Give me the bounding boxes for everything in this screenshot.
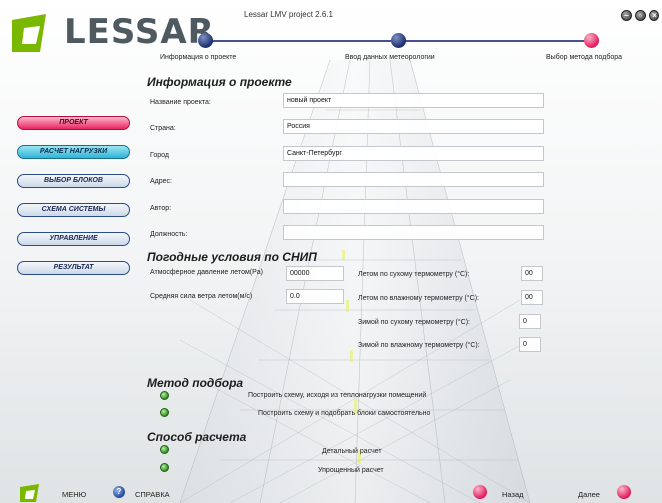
restore-icon[interactable]: ▫	[635, 10, 646, 21]
next-arrow-icon[interactable]	[617, 485, 631, 499]
summer-wet-label: Летом по влажному термометру (°С):	[358, 295, 479, 302]
menu-button[interactable]: МЕНЮ	[62, 490, 86, 499]
winter-wet-input[interactable]: 0	[519, 337, 541, 352]
project-name-input[interactable]: новый проект	[283, 93, 544, 108]
app-title: Lessar LMV project 2.6.1	[244, 10, 333, 19]
nav-load-calc-button[interactable]: РАСЧЕТ НАГРУЗКИ	[17, 145, 130, 159]
winter-dry-input[interactable]: 0	[519, 314, 541, 329]
calc-option-2-radio[interactable]	[160, 463, 169, 472]
step-3-dot	[584, 33, 599, 48]
selection-option-1-radio[interactable]	[160, 391, 169, 400]
calc-method-title: Способ расчета	[147, 430, 247, 444]
step-1-dot	[198, 33, 213, 48]
country-input[interactable]: Россия	[283, 119, 544, 134]
back-button[interactable]: Назад	[502, 490, 524, 499]
nav-unit-select-button[interactable]: ВЫБОР БЛОКОВ	[17, 174, 130, 188]
summer-dry-input[interactable]: 00	[521, 266, 543, 281]
wind-speed-input[interactable]: 0.0	[286, 289, 344, 304]
city-input[interactable]: Санкт-Петербург	[283, 146, 544, 161]
summer-dry-label: Летом по сухому термометру (°С):	[358, 271, 470, 278]
lessar-logo: LESSAR	[12, 10, 222, 56]
minimize-icon[interactable]: –	[621, 10, 632, 21]
summer-wet-input[interactable]: 00	[521, 290, 543, 305]
step-3-label: Выбор метода подбора	[546, 54, 623, 61]
pressure-input[interactable]: 00000	[286, 266, 344, 281]
author-label: Автор:	[150, 205, 172, 212]
winter-wet-label: Зимой по влажному термометру (°С):	[358, 342, 480, 349]
back-arrow-icon[interactable]	[473, 485, 487, 499]
tower-background-image	[179, 59, 531, 503]
author-input[interactable]	[283, 199, 544, 214]
help-button[interactable]: СПРАВКА	[135, 490, 170, 499]
next-button[interactable]: Далее	[578, 490, 600, 499]
project-info-title: Информация о проекте	[147, 75, 292, 89]
lessar-logo-mark-icon	[12, 14, 46, 52]
nav-project-button[interactable]: ПРОЕКТ	[17, 116, 130, 130]
menu-logo-icon[interactable]	[20, 484, 42, 502]
nav-system-scheme-button[interactable]: СХЕМА СИСТЕМЫ	[17, 203, 130, 217]
weather-title: Погодные условия по СНИП	[147, 250, 317, 264]
selection-option-2-radio[interactable]	[160, 408, 169, 417]
pressure-label: Атмосферное давление летом(Pa)	[150, 269, 263, 276]
help-icon[interactable]: ?	[113, 486, 125, 498]
nav-result-button[interactable]: РЕЗУЛЬТАТ	[17, 261, 130, 275]
calc-option-2-label: Упрощенный расчет	[318, 467, 384, 474]
city-label: Город	[150, 152, 169, 159]
address-label: Адрес:	[150, 178, 172, 185]
calc-option-1-radio[interactable]	[160, 445, 169, 454]
winter-dry-label: Зимой по сухому термометру (°С):	[358, 319, 470, 326]
position-input[interactable]	[283, 225, 544, 240]
step-2-dot	[391, 33, 406, 48]
position-label: Должность:	[150, 231, 188, 238]
nav-control-button[interactable]: УПРАВЛЕНИЕ	[17, 232, 130, 246]
selection-method-title: Метод подбора	[147, 376, 244, 390]
close-icon[interactable]: ×	[649, 10, 659, 21]
calc-option-1-label: Детальный расчет	[322, 448, 382, 455]
selection-option-2-label: Построить схему и подобрать блоки самост…	[258, 410, 431, 417]
step-1-label: Информация о проекте	[160, 54, 237, 61]
step-2-label: Ввод данных метеорологии	[345, 54, 435, 61]
address-input[interactable]	[283, 172, 544, 187]
project-name-label: Название проекта:	[150, 99, 211, 106]
country-label: Страна:	[150, 125, 176, 132]
brand-name: LESSAR	[64, 12, 215, 52]
wind-speed-label: Средняя сила ветра летом(м/с)	[150, 293, 253, 300]
selection-option-1-label: Построить схему, исходя из теплонагрузки…	[248, 392, 427, 399]
